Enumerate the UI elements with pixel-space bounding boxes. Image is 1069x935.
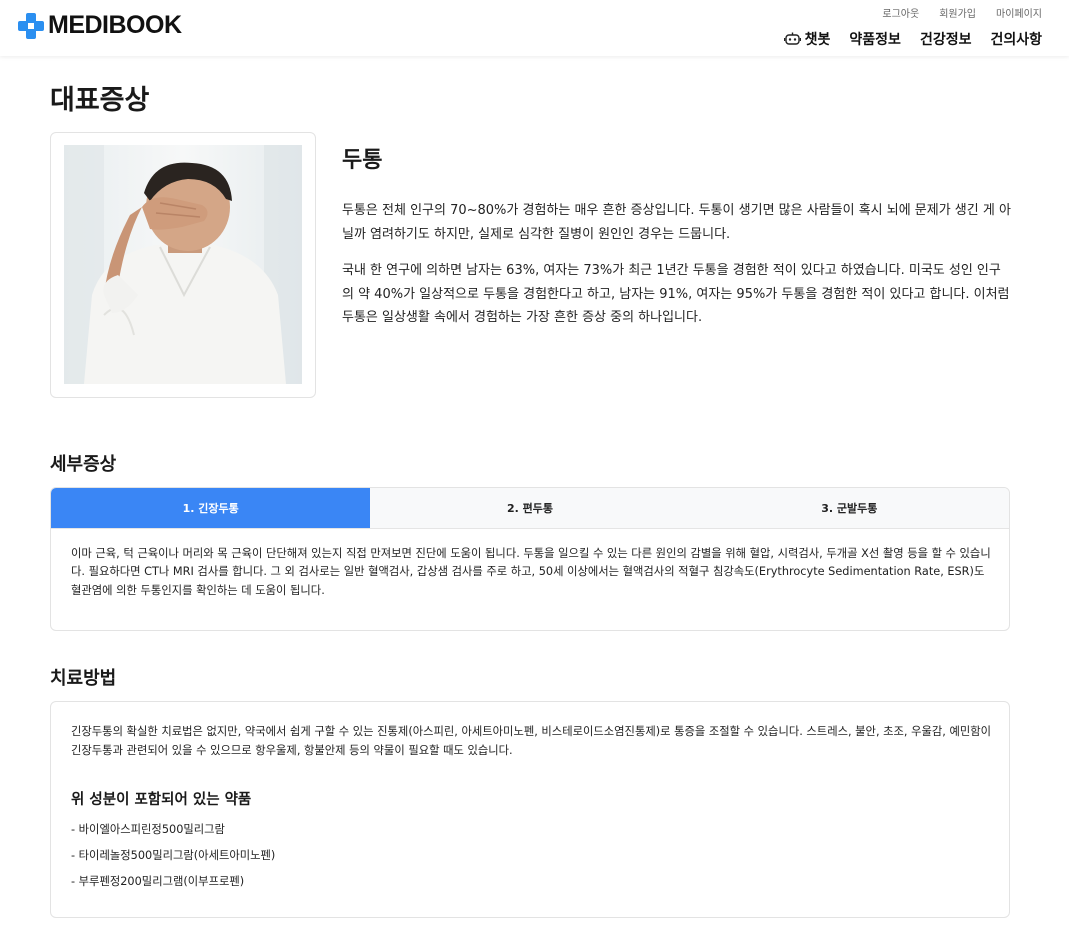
nav-item-health-info[interactable]: 건강정보 <box>920 29 972 49</box>
medical-cross-icon <box>18 12 44 39</box>
tab-tension-headache[interactable]: 1. 긴장두통 <box>51 488 371 528</box>
nav-item-drug-info[interactable]: 약품정보 <box>849 29 901 49</box>
medicine-item[interactable]: - 바이엘아스피린정500밀리그람 <box>71 820 275 846</box>
logout-link[interactable]: 로그아웃 <box>882 5 919 20</box>
detail-tabs: 1. 긴장두통 2. 편두통 3. 군발두통 <box>51 488 1009 529</box>
tab-migraine[interactable]: 2. 편두통 <box>370 488 689 528</box>
nav-label-suggestions: 건의사항 <box>990 32 1042 48</box>
utility-nav: 로그아웃 회원가입 마이페이지 <box>882 5 1042 20</box>
mypage-link[interactable]: 마이페이지 <box>996 5 1042 20</box>
symptom-description-1: 두통은 전체 인구의 70~80%가 경험하는 매우 흔한 증상입니다. 두통이… <box>342 203 1011 242</box>
medicines-heading: 위 성분이 포함되어 있는 약품 <box>71 792 252 808</box>
detail-symptoms-panel: 1. 긴장두통 2. 편두통 3. 군발두통 이마 근육, 턱 근육이나 머리와… <box>50 487 1010 631</box>
treatment-text: 긴장두통의 확실한 치료법은 없지만, 약국에서 쉽게 구할 수 있는 진통제(… <box>71 725 992 757</box>
nav-label-drug-info: 약품정보 <box>849 32 901 48</box>
symptom-description-2: 국내 한 연구에 의하면 남자는 63%, 여자는 73%가 최근 1년간 두통… <box>342 263 1010 325</box>
nav-item-suggestions[interactable]: 건의사항 <box>990 29 1042 49</box>
treatment-heading: 치료방법 <box>50 668 117 689</box>
signup-link[interactable]: 회원가입 <box>939 5 976 20</box>
detail-symptoms-heading: 세부증상 <box>50 454 117 475</box>
nav-label-chatbot: 챗봇 <box>804 32 831 48</box>
tab-content-text: 이마 근육, 턱 근육이나 머리와 목 근육이 단단해져 있는지 직접 만져보면… <box>71 547 991 597</box>
man-holding-head-photo <box>64 145 302 384</box>
nav-label-health-info: 건강정보 <box>919 32 972 48</box>
tab-cluster-headache[interactable]: 3. 군발두통 <box>690 488 1009 528</box>
symptom-title: 두통 <box>342 148 383 173</box>
site-header: MEDIBOOK 로그아웃 회원가입 마이페이지 챗봇 약품정보 건강정보 건의… <box>0 0 1069 56</box>
nav-item-chatbot[interactable]: 챗봇 <box>783 29 831 49</box>
main-nav: 챗봇 약품정보 건강정보 건의사항 <box>783 29 1042 49</box>
medicine-item[interactable]: - 부루펜정200밀리그램(이부프로펜) <box>71 872 275 898</box>
medicine-item[interactable]: - 타이레놀정500밀리그람(아세트아미노펜) <box>71 846 275 872</box>
treatment-panel: 긴장두통의 확실한 치료법은 없지만, 약국에서 쉽게 구할 수 있는 진통제(… <box>50 701 1010 918</box>
robot-icon <box>783 32 801 45</box>
page-title: 대표증상 <box>50 85 150 116</box>
medicine-list: - 바이엘아스피린정500밀리그람 - 타이레놀정500밀리그람(아세트아미노펜… <box>71 820 275 898</box>
logo-text: MEDIBOOK <box>48 11 182 39</box>
symptom-image-card <box>50 132 316 398</box>
site-logo[interactable]: MEDIBOOK <box>18 11 182 40</box>
